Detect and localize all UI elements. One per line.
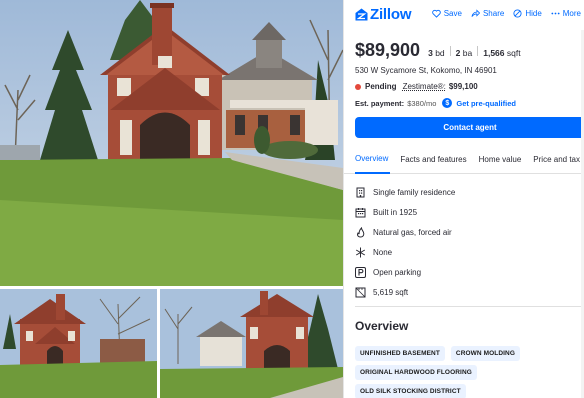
status-badge: Pending bbox=[365, 82, 397, 91]
hide-label: Hide bbox=[525, 9, 542, 18]
fact-heating: Natural gas, forced air bbox=[355, 222, 455, 242]
zestimate-value: $99,100 bbox=[448, 82, 478, 91]
listing-details-panel: Zillow Save Share Hide More $89,900 3 bd bbox=[343, 0, 584, 398]
fact-text: Natural gas, forced air bbox=[373, 227, 452, 237]
tab-facts-and-features[interactable]: Facts and features bbox=[400, 146, 468, 174]
photo-gallery bbox=[0, 0, 343, 398]
save-button[interactable]: Save bbox=[431, 9, 462, 18]
fact-cooling: None bbox=[355, 242, 455, 262]
dollar-icon: $ bbox=[442, 98, 453, 108]
listing-address: 530 W Sycamore St, Kokomo, IN 46901 bbox=[355, 66, 497, 75]
parking-icon bbox=[355, 266, 366, 278]
tab-home-value[interactable]: Home value bbox=[479, 146, 524, 174]
zillow-logo-icon bbox=[355, 8, 368, 21]
fact-text: None bbox=[373, 247, 393, 257]
more-icon bbox=[551, 12, 560, 15]
snowflake-icon bbox=[355, 247, 366, 258]
fact-home-type: Single family residence bbox=[355, 182, 455, 202]
baths-count: 2 bbox=[455, 48, 461, 58]
fact-parking: Open parking bbox=[355, 262, 455, 282]
sqft-stat: 1,566 sqft bbox=[483, 48, 520, 58]
feature-tag: UNFINISHED BASEMENT bbox=[355, 346, 445, 361]
fact-year-built: Built in 1925 bbox=[355, 202, 455, 222]
heart-icon bbox=[431, 9, 441, 18]
zestimate-label[interactable]: Zestimate®: bbox=[403, 82, 446, 91]
overview-heading: Overview bbox=[355, 319, 409, 333]
more-label: More bbox=[562, 9, 581, 18]
zillow-logo[interactable]: Zillow bbox=[355, 6, 411, 23]
fact-lot-size: 5,619 sqft bbox=[355, 282, 455, 302]
main-listing-photo[interactable] bbox=[0, 0, 343, 286]
feature-tag: OLD SILK STOCKING DISTRICT bbox=[355, 384, 466, 398]
save-label: Save bbox=[443, 9, 462, 18]
get-prequalified-link[interactable]: Get pre-qualified bbox=[456, 99, 516, 108]
fact-text: Single family residence bbox=[373, 187, 456, 197]
sqft-unit: sqft bbox=[506, 48, 521, 58]
hide-button[interactable]: Hide bbox=[513, 9, 542, 18]
listing-price: $89,900 bbox=[355, 40, 421, 60]
beds-count: 3 bbox=[428, 48, 433, 58]
details-tabs: Overview Facts and features Home value P… bbox=[344, 146, 584, 174]
calendar-icon bbox=[355, 207, 366, 218]
payment-row: Est. payment: $380/mo $ Get pre-qualifie… bbox=[355, 98, 516, 108]
home-icon bbox=[355, 187, 366, 198]
flame-icon bbox=[355, 226, 366, 238]
feature-tag: CROWN MOLDING bbox=[450, 346, 520, 361]
feature-tags: UNFINISHED BASEMENT CROWN MOLDING ORIGIN… bbox=[355, 346, 580, 398]
brand-name: Zillow bbox=[370, 6, 412, 23]
stat-divider bbox=[477, 45, 479, 56]
price-summary: $89,900 3 bd 2 ba 1,566 sqft bbox=[355, 40, 521, 61]
fact-text: Open parking bbox=[373, 267, 422, 277]
feature-tag: ORIGINAL HARDWOOD FLOORING bbox=[355, 365, 477, 380]
status-dot-icon bbox=[355, 83, 361, 90]
tab-overview[interactable]: Overview bbox=[355, 146, 391, 174]
facts-list: Single family residence Built in 1925 Na… bbox=[355, 182, 455, 302]
listing-photo-thumbnail[interactable] bbox=[160, 289, 343, 398]
beds-unit: bd bbox=[435, 48, 445, 58]
beds-stat: 3 bd bbox=[428, 48, 445, 58]
share-label: Share bbox=[482, 9, 505, 18]
tab-price-and-tax-history[interactable]: Price and tax h bbox=[533, 146, 584, 174]
sqft-count: 1,566 bbox=[483, 48, 505, 58]
fact-text: Built in 1925 bbox=[373, 207, 418, 217]
baths-stat: 2 ba bbox=[456, 48, 473, 58]
contact-agent-button[interactable]: Contact agent bbox=[355, 117, 584, 138]
payment-value[interactable]: $380/mo bbox=[407, 99, 436, 108]
section-divider bbox=[355, 306, 584, 307]
ruler-icon bbox=[355, 287, 366, 298]
fact-text: 5,619 sqft bbox=[373, 287, 409, 297]
stat-divider bbox=[449, 45, 451, 56]
listing-photo-thumbnail[interactable] bbox=[0, 289, 157, 398]
status-row: Pending Zestimate®: $99,100 bbox=[355, 82, 478, 91]
share-icon bbox=[471, 9, 480, 17]
baths-unit: ba bbox=[462, 48, 473, 58]
more-button[interactable]: More bbox=[551, 9, 581, 18]
hide-icon bbox=[513, 9, 522, 18]
share-button[interactable]: Share bbox=[471, 9, 504, 18]
payment-label: Est. payment: bbox=[355, 98, 405, 108]
listing-actions: Save Share Hide More bbox=[431, 9, 581, 18]
top-bar: Zillow Save Share Hide More bbox=[344, 0, 584, 30]
